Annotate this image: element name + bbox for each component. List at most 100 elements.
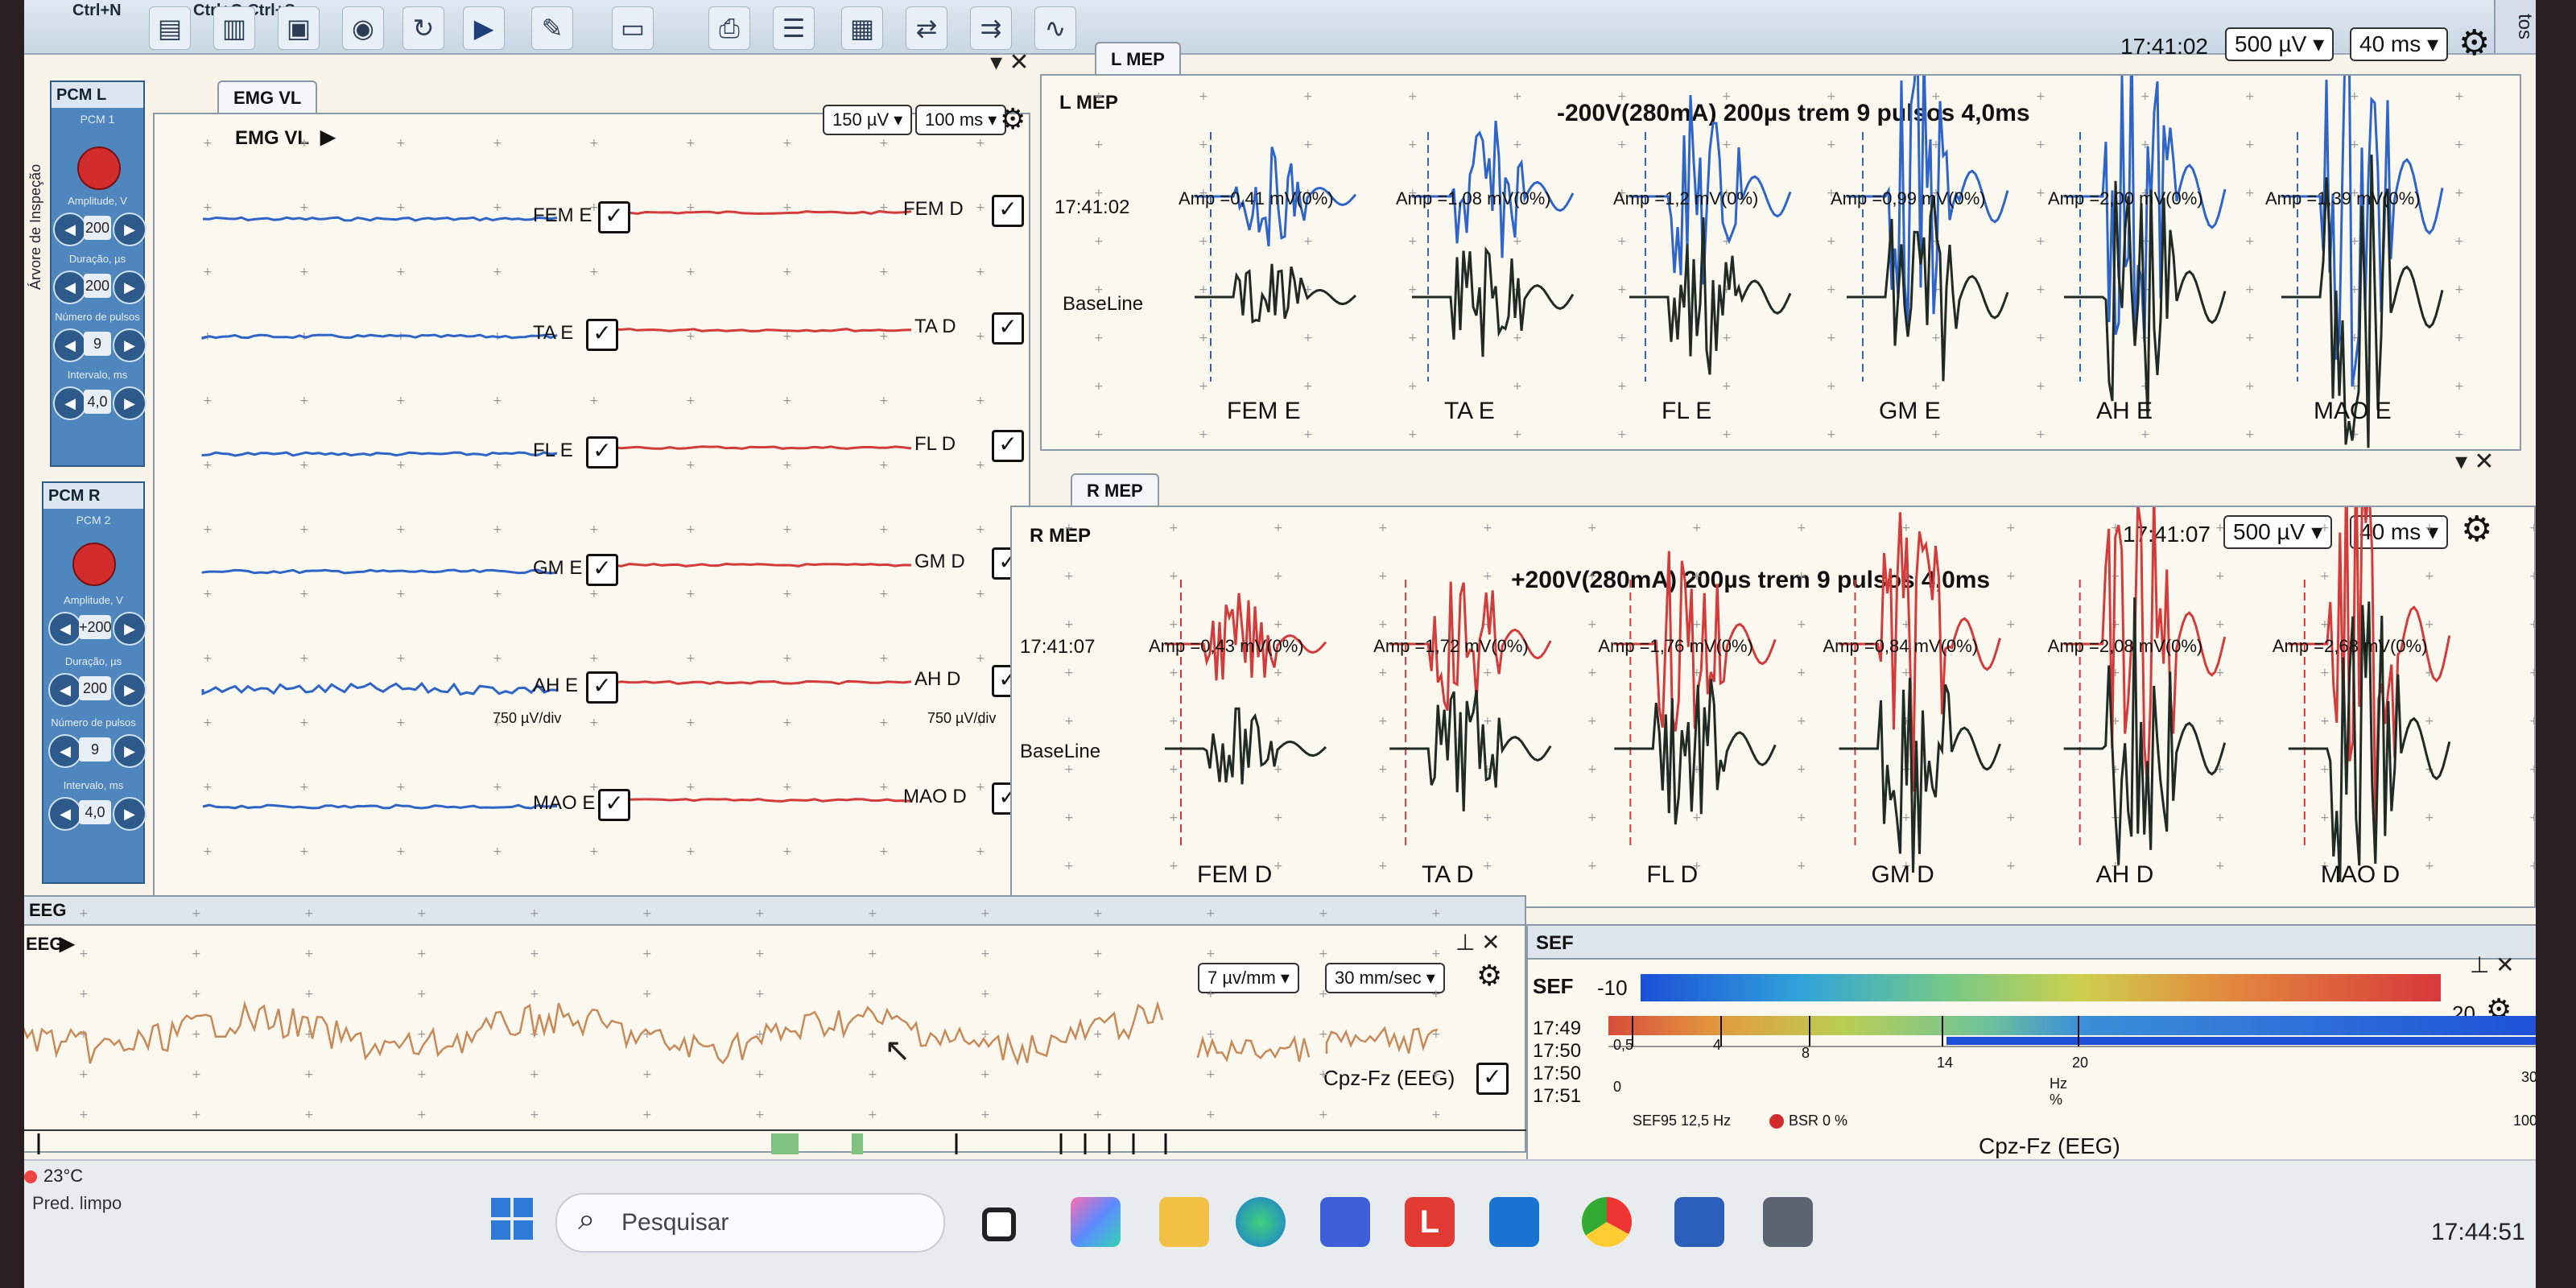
mep-channel-name: FL E [1662,398,1712,424]
print-icon[interactable]: ⎙ [708,6,750,50]
emg-channel-label-left: FEM E [533,204,592,226]
pcm-left-subtitle: PCM 1 [80,113,115,126]
play-icon[interactable]: ▶ [463,6,505,50]
app-l-icon[interactable]: L [1405,1197,1455,1247]
l-mep-sensitivity-select[interactable]: 500 µV ▾ [2225,27,2334,61]
svg-text:+: + [642,988,652,1001]
emg-channel-checkbox-right[interactable]: ✓ [992,312,1024,345]
copilot-icon[interactable] [1071,1197,1121,1247]
new-file-icon[interactable]: ▤ [149,6,191,50]
svg-text:+: + [1827,380,1836,393]
outlook-icon[interactable] [1489,1197,1539,1247]
svg-text:+: + [2454,235,2464,248]
svg-text:+: + [192,907,201,920]
layout-icon[interactable]: ▭ [612,6,654,50]
decrement-icon[interactable]: ◀ [53,328,87,362]
decrement-icon[interactable]: ◀ [48,734,82,768]
svg-text:+: + [1827,138,1836,151]
pcm-right-stimulate-button[interactable] [72,543,116,586]
emg-channel-checkbox-left[interactable]: ✓ [586,436,618,469]
emg-channel-label-left: AH E [533,675,579,696]
mep-channel-name: TA E [1444,398,1495,424]
chart-icon[interactable]: ▦ [841,6,883,50]
increment-icon[interactable]: ▶ [113,328,147,362]
increment-icon[interactable]: ▶ [113,734,147,768]
svg-text:+: + [1199,283,1208,296]
pcm-right-duration-value: 200 [79,676,111,700]
wave-icon[interactable]: ∿ [1034,6,1076,50]
svg-text:+: + [1094,90,1104,103]
tab-l-mep[interactable]: L MEP [1095,42,1181,76]
forward-icon[interactable]: ⇉ [970,6,1012,50]
emg-panel-close-icon[interactable]: ▾ ✕ [990,48,1030,76]
mep-channel-name: FEM E [1227,398,1301,424]
l-mep-settings-gear-icon[interactable]: ⚙ [2458,26,2490,61]
task-view-icon[interactable] [982,1208,1016,1241]
svg-text:+: + [980,947,990,960]
svg-text:+: + [203,394,213,407]
increment-icon[interactable]: ▶ [113,797,147,831]
decrement-icon[interactable]: ◀ [48,797,82,831]
open-icon[interactable]: ▥ [213,6,255,50]
svg-text:+: + [1408,138,1418,151]
pcm-right-pulses-stepper[interactable]: ◀ 9 ▶ [47,734,167,768]
pcm-left-stimulate-button[interactable] [77,147,121,190]
refresh-icon[interactable]: ↻ [402,6,444,50]
side-tab[interactable]: tos [2494,0,2536,53]
increment-icon[interactable]: ▶ [113,386,147,420]
report-icon[interactable]: ☰ [773,6,815,50]
search-box[interactable]: ⌕ Pesquisar [555,1193,945,1253]
decrement-icon[interactable]: ◀ [53,270,87,304]
increment-icon[interactable]: ▶ [113,213,147,246]
emg-channel-checkbox-left[interactable]: ✓ [586,554,618,586]
svg-text:+: + [2454,90,2464,103]
increment-icon[interactable]: ▶ [113,673,147,707]
sef-time-row: 17:50 [1533,1063,1582,1084]
edge-icon[interactable] [1236,1197,1286,1247]
svg-text:+: + [2215,715,2225,728]
chrome-icon[interactable] [1582,1197,1632,1247]
pcm-right-amplitude-stepper[interactable]: ◀ +200 ▶ [47,612,167,646]
svg-text:+: + [1378,715,1388,728]
pcm-right-duration-stepper[interactable]: ◀ 200 ▶ [47,673,167,707]
svg-text:+: + [782,588,792,601]
tab-emg[interactable]: EMG VL [217,80,318,114]
svg-text:+: + [79,1108,89,1121]
increment-icon[interactable]: ▶ [113,270,147,304]
l-mep-timebase-select[interactable]: 40 ms ▾ [2350,27,2449,61]
tab-r-mep[interactable]: R MEP [1071,473,1159,507]
emg-channel-checkbox-left[interactable]: ✓ [598,201,630,233]
word-icon[interactable] [1674,1197,1724,1247]
inspection-tree-side-label[interactable]: Árvore de Inspeção [27,89,47,290]
store-icon[interactable] [1320,1197,1370,1247]
swap-icon[interactable]: ⇄ [906,6,947,50]
svg-text:+: + [879,652,889,665]
neuro-app-icon[interactable] [1763,1197,1813,1247]
weather-desc[interactable]: Pred. limpo [32,1193,122,1214]
svg-text:+: + [782,459,792,472]
decrement-icon[interactable]: ◀ [53,386,87,420]
svg-text:+: + [642,1108,652,1121]
emg-channel-checkbox-right[interactable]: ✓ [992,430,1024,462]
decrement-icon[interactable]: ◀ [48,612,82,646]
decrement-icon[interactable]: ◀ [53,213,87,246]
increment-icon[interactable]: ▶ [113,612,147,646]
pcm-right-interval-stepper[interactable]: ◀ 4,0 ▶ [47,797,167,831]
edit-icon[interactable]: ✎ [531,6,573,50]
emg-channel-checkbox-right[interactable]: ✓ [992,195,1024,227]
svg-text:+: + [589,266,599,279]
emg-trace-right [604,328,912,333]
save-icon[interactable]: ▣ [278,6,320,50]
emg-trace-left [201,568,558,575]
decrement-icon[interactable]: ◀ [48,673,82,707]
svg-text:+: + [2425,522,2434,535]
record-icon[interactable]: ◉ [342,6,384,50]
emg-channel-checkbox-left[interactable]: ✓ [586,319,618,351]
svg-text:+: + [1169,811,1179,824]
svg-text:+: + [1199,332,1208,345]
r-mep-close-icon[interactable]: ▾ ✕ [2455,448,2495,476]
emg-channel-checkbox-left[interactable]: ✓ [598,789,630,821]
emg-channel-checkbox-left[interactable]: ✓ [586,671,618,704]
start-button-icon[interactable] [491,1198,533,1240]
file-explorer-icon[interactable] [1159,1197,1209,1247]
